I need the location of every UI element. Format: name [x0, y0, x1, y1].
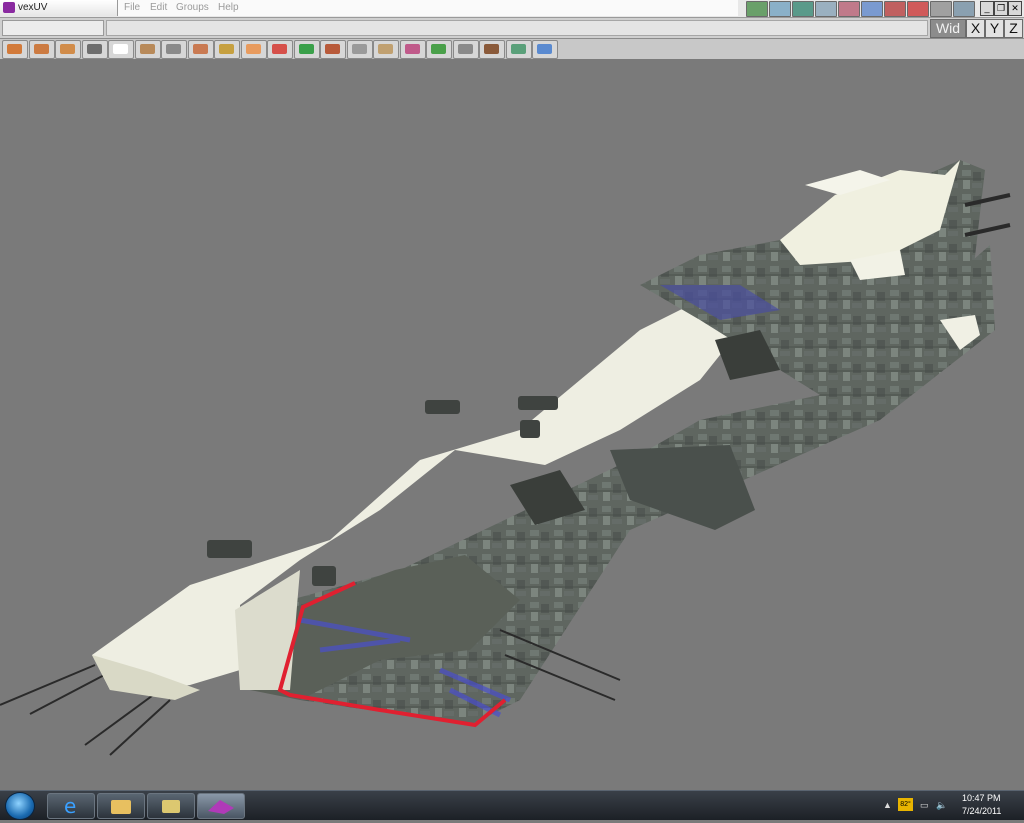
window-title-tab[interactable]: vexUV	[0, 0, 118, 16]
show-hidden-icon[interactable]: ▲	[883, 800, 892, 810]
uv-map-icon[interactable]	[769, 1, 791, 17]
title-bar: vexUV File Edit Groups Help _ ❐ ✕	[0, 0, 1024, 18]
3d-viewport[interactable]	[0, 60, 1024, 790]
pack-icon[interactable]	[884, 1, 906, 17]
help-icon[interactable]	[953, 1, 975, 17]
pencil-icon[interactable]	[399, 40, 426, 59]
unfold-icon[interactable]	[861, 1, 883, 17]
axis-z-button[interactable]: Z	[1004, 19, 1023, 38]
fill-icon[interactable]	[214, 40, 240, 59]
sphere-icon[interactable]	[240, 40, 267, 59]
start-button[interactable]	[5, 792, 35, 820]
restore-button[interactable]: ❐	[994, 1, 1008, 16]
wire-icon[interactable]	[815, 1, 837, 17]
camera-icon[interactable]	[81, 40, 108, 59]
paint-icon[interactable]	[320, 40, 346, 59]
paint-brush-icon[interactable]	[907, 1, 929, 17]
mode-field[interactable]	[2, 20, 104, 36]
seam-icon[interactable]	[838, 1, 860, 17]
close-button[interactable]: ✕	[1008, 1, 1022, 16]
volume-icon[interactable]: 🔈	[936, 800, 947, 811]
arrow-down-icon[interactable]	[161, 40, 187, 59]
folders-icon[interactable]	[147, 793, 195, 819]
menu-file[interactable]: File	[124, 2, 140, 13]
view-icon[interactable]	[746, 1, 768, 17]
svg-text:e: e	[64, 794, 76, 818]
texture-icon[interactable]	[792, 1, 814, 17]
menu-bar: File Edit Groups Help	[118, 0, 738, 16]
weld-icon[interactable]	[293, 40, 320, 59]
menu-groups[interactable]: Groups	[176, 2, 209, 13]
system-tray: ▲ 82° ▭ 🔈 10:47 PM 7/24/2011	[876, 791, 1024, 820]
axis-x-button[interactable]: X	[966, 19, 985, 38]
scale-icon[interactable]	[479, 40, 505, 59]
face-icon[interactable]	[187, 40, 214, 59]
menu-edit[interactable]: Edit	[150, 2, 167, 13]
stitch-icon[interactable]	[930, 1, 952, 17]
file-explorer-icon[interactable]	[97, 793, 145, 819]
command-field[interactable]	[106, 20, 928, 36]
status-bar: Wid X Y Z	[0, 18, 1024, 39]
box-edge-icon[interactable]	[28, 40, 55, 59]
move-icon[interactable]	[134, 40, 161, 59]
cube-icon[interactable]	[55, 40, 81, 59]
lasso-icon[interactable]	[346, 40, 373, 59]
app-icon	[3, 2, 15, 13]
internet-explorer-icon[interactable]: e	[47, 793, 95, 819]
vexuv-app-icon[interactable]	[197, 793, 245, 819]
axis-y-button[interactable]: Y	[985, 19, 1004, 38]
window-title: vexUV	[18, 2, 48, 13]
ruler-icon[interactable]	[373, 40, 399, 59]
menu-help[interactable]: Help	[218, 2, 239, 13]
network-icon[interactable]: ▭	[920, 800, 929, 811]
material-icon[interactable]	[267, 40, 293, 59]
uv-box-icon[interactable]	[426, 40, 452, 59]
wid-button[interactable]: Wid	[930, 19, 966, 38]
ship-model	[0, 160, 1011, 756]
3d-view-icon[interactable]	[532, 40, 558, 59]
temperature-badge[interactable]: 82°	[898, 798, 913, 811]
pointer-icon[interactable]	[108, 40, 134, 59]
clock-time[interactable]: 10:47 PM	[962, 793, 1001, 803]
tool-bar	[0, 39, 1024, 60]
quick-toolbar: _ ❐ ✕	[744, 0, 1024, 17]
render-icon[interactable]	[505, 40, 532, 59]
taskbar: e ▲ 82° ▭ 🔈 10:47 PM 7/24/2011	[0, 790, 1024, 820]
clock-date[interactable]: 7/24/2011	[962, 806, 1001, 816]
axis-icon[interactable]	[452, 40, 479, 59]
minimize-button[interactable]: _	[980, 1, 994, 16]
box-select-icon[interactable]	[2, 40, 28, 59]
